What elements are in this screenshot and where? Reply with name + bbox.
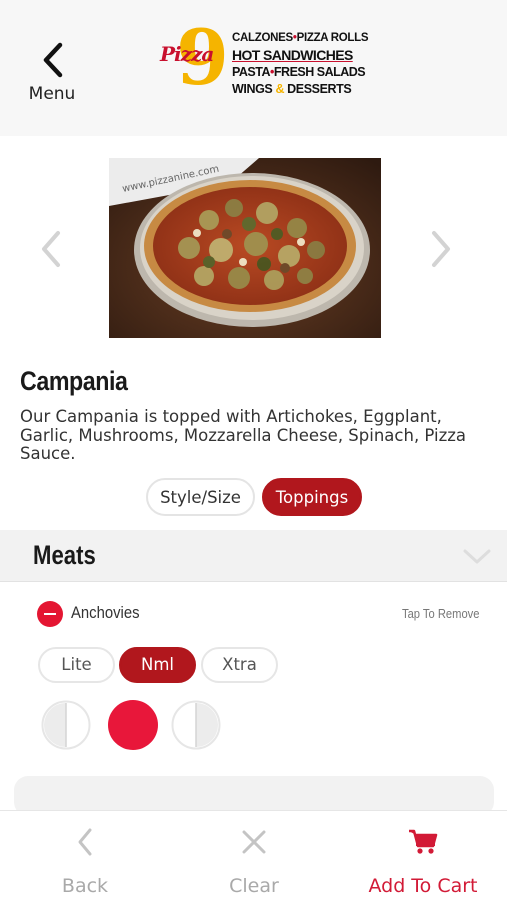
pizza9-logo: 9 Pizza CALZONES•PIZZA ROLLS HOT SANDWIC… <box>158 20 369 102</box>
chevron-left-icon <box>78 828 92 856</box>
cart-icon <box>409 829 438 854</box>
pizza-image: www.pizzanine.com <box>109 158 381 338</box>
menu-back-button[interactable]: Menu <box>22 38 82 108</box>
clear-label: Clear <box>229 875 279 897</box>
amount-lite-button[interactable]: Lite <box>38 647 115 683</box>
carousel-next-button[interactable] <box>426 228 456 270</box>
tab-toppings[interactable]: Toppings <box>262 478 362 516</box>
add-to-cart-button[interactable]: Add To Cart <box>352 811 494 900</box>
portion-right-half-button[interactable] <box>171 700 221 750</box>
amount-extra-button[interactable]: Xtra <box>201 647 278 683</box>
item-title: Campania <box>20 366 128 396</box>
bottom-action-bar: Back Clear Add To Cart <box>0 810 507 900</box>
logo-tagline-line: HOT SANDWICHES <box>232 47 353 63</box>
add-to-cart-label: Add To Cart <box>368 875 478 897</box>
close-icon <box>242 830 266 854</box>
logo-tagline-line: CALZONES•PIZZA ROLLS <box>232 32 369 44</box>
section-header-meats[interactable]: Meats <box>0 530 507 582</box>
portion-whole-button[interactable] <box>108 700 158 750</box>
item-description: Our Campania is topped with Artichokes, … <box>20 407 467 463</box>
chevron-down-icon <box>463 549 491 564</box>
app-header: Menu 9 Pizza CALZONES•PIZZA ROLLS HOT SA… <box>0 0 507 136</box>
logo-tagline-line: WINGS & DESSERTS <box>232 82 352 96</box>
tab-style-size[interactable]: Style/Size <box>146 478 255 516</box>
clear-button[interactable]: Clear <box>200 811 308 900</box>
chevron-left-icon <box>42 231 60 267</box>
section-title: Meats <box>33 540 96 570</box>
back-label: Back <box>61 875 109 897</box>
chevron-right-icon <box>432 231 450 267</box>
logo-tagline-line: PASTA•FRESH SALADS <box>232 65 366 79</box>
back-button[interactable]: Back <box>30 811 140 900</box>
minus-icon <box>44 613 56 616</box>
amount-normal-button[interactable]: Nml <box>119 647 196 683</box>
remove-topping-button[interactable] <box>37 601 63 627</box>
tap-to-remove-hint: Tap To Remove <box>402 606 480 621</box>
left-half-icon <box>41 700 91 750</box>
logo-brand-word: Pizza <box>160 42 214 66</box>
pizza-photo: www.pizzanine.com <box>109 158 381 338</box>
chevron-left-icon <box>43 42 63 78</box>
right-half-icon <box>171 700 221 750</box>
carousel-prev-button[interactable] <box>36 228 66 270</box>
topping-name: Anchovies <box>71 604 140 622</box>
portion-left-half-button[interactable] <box>41 700 91 750</box>
menu-label: Menu <box>28 84 76 104</box>
logo-tagline: CALZONES•PIZZA ROLLS HOT SANDWICHES PAST… <box>232 30 369 98</box>
